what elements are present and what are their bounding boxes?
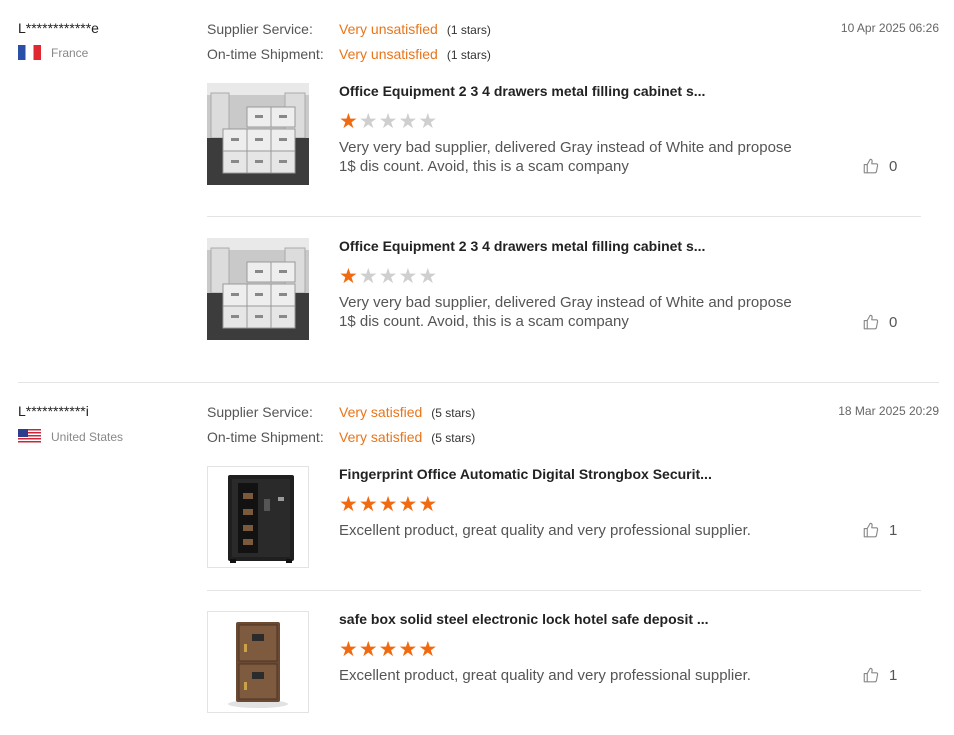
rating-value: Very unsatisfied bbox=[339, 21, 438, 37]
product-title-link[interactable]: Fingerprint Office Automatic Digital Str… bbox=[339, 466, 712, 482]
star-filled-icon: ★ bbox=[418, 493, 438, 516]
thumbs-up-icon bbox=[863, 522, 879, 538]
rating-value: Very satisfied bbox=[339, 404, 423, 420]
review-comment: Very very bad supplier, delivered Gray i… bbox=[339, 294, 792, 330]
star-empty-icon: ★ bbox=[398, 110, 418, 133]
star-empty-icon: ★ bbox=[378, 265, 398, 288]
country-name: France bbox=[51, 45, 89, 60]
thumbs-up-icon bbox=[863, 314, 879, 330]
product-image-filing-cabinet[interactable] bbox=[207, 83, 309, 185]
product-star-rating: ★ ★ ★ ★ ★ bbox=[339, 494, 438, 515]
rating-label: On-time Shipment: bbox=[207, 429, 324, 445]
france-flag-icon bbox=[18, 45, 41, 60]
star-filled-icon: ★ bbox=[398, 638, 418, 661]
rating-stars-count: (5 stars) bbox=[431, 431, 476, 445]
product-title-link[interactable]: Office Equipment 2 3 4 drawers metal fil… bbox=[339, 83, 705, 99]
like-button[interactable]: 1 bbox=[862, 521, 897, 539]
country-name: United States bbox=[51, 429, 124, 444]
like-count: 1 bbox=[889, 666, 898, 684]
star-empty-icon: ★ bbox=[418, 110, 438, 133]
star-filled-icon: ★ bbox=[398, 493, 418, 516]
rating-stars-count: (1 stars) bbox=[446, 23, 491, 37]
product-review: Fingerprint Office Automatic Digital Str… bbox=[207, 466, 921, 576]
star-empty-icon: ★ bbox=[398, 265, 418, 288]
product-title-link[interactable]: Office Equipment 2 3 4 drawers metal fil… bbox=[339, 238, 705, 254]
rating-stars-count: (5 stars) bbox=[431, 406, 476, 420]
rating-value: Very unsatisfied bbox=[339, 46, 438, 62]
rating-label: Supplier Service: bbox=[207, 404, 313, 420]
review-date: 18 Mar 2025 20:29 bbox=[838, 404, 939, 418]
reviewer-country: France bbox=[18, 45, 88, 60]
star-filled-icon: ★ bbox=[378, 493, 398, 516]
supplier-service-rating: Supplier Service: Very unsatisfied (1 st… bbox=[207, 21, 491, 37]
product-review: Office Equipment 2 3 4 drawers metal fil… bbox=[207, 83, 921, 193]
product-image-filing-cabinet[interactable] bbox=[207, 238, 309, 340]
star-filled-icon: ★ bbox=[358, 638, 378, 661]
product-divider bbox=[207, 590, 921, 591]
rating-label: Supplier Service: bbox=[207, 21, 313, 37]
star-empty-icon: ★ bbox=[358, 110, 378, 133]
rating-value: Very satisfied bbox=[339, 429, 423, 445]
like-count: 1 bbox=[889, 521, 898, 539]
product-title-link[interactable]: safe box solid steel electronic lock hot… bbox=[339, 611, 709, 627]
like-button[interactable]: 0 bbox=[862, 157, 897, 175]
product-image-brown-safe[interactable] bbox=[207, 611, 309, 713]
like-button[interactable]: 0 bbox=[862, 313, 897, 331]
like-count: 0 bbox=[889, 313, 898, 331]
review-date: 10 Apr 2025 06:26 bbox=[840, 21, 939, 35]
us-flag-icon bbox=[18, 429, 41, 444]
on-time-shipment-rating: On-time Shipment: Very unsatisfied (1 st… bbox=[207, 46, 491, 62]
rating-stars-count: (1 stars) bbox=[446, 48, 491, 62]
thumbs-up-icon bbox=[863, 667, 879, 683]
reviewer-name: L***********i bbox=[18, 403, 89, 419]
star-filled-icon: ★ bbox=[339, 110, 358, 133]
star-filled-icon: ★ bbox=[378, 638, 398, 661]
star-filled-icon: ★ bbox=[339, 638, 358, 661]
like-count: 0 bbox=[889, 157, 898, 175]
review-comment: Excellent product, great quality and ver… bbox=[339, 522, 751, 539]
review-divider bbox=[18, 382, 939, 383]
rating-label: On-time Shipment: bbox=[207, 46, 324, 62]
star-empty-icon: ★ bbox=[358, 265, 378, 288]
product-star-rating: ★ ★ ★ ★ ★ bbox=[339, 111, 438, 132]
product-divider bbox=[207, 216, 921, 217]
star-filled-icon: ★ bbox=[358, 493, 378, 516]
on-time-shipment-rating: On-time Shipment: Very satisfied (5 star… bbox=[207, 429, 475, 445]
review-comment: Very very bad supplier, delivered Gray i… bbox=[339, 139, 792, 175]
product-star-rating: ★ ★ ★ ★ ★ bbox=[339, 266, 438, 287]
like-button[interactable]: 1 bbox=[862, 666, 897, 684]
reviewer-country: United States bbox=[18, 429, 123, 444]
product-star-rating: ★ ★ ★ ★ ★ bbox=[339, 639, 438, 660]
star-filled-icon: ★ bbox=[339, 493, 358, 516]
star-filled-icon: ★ bbox=[339, 265, 358, 288]
review-comment: Excellent product, great quality and ver… bbox=[339, 667, 751, 684]
star-filled-icon: ★ bbox=[418, 638, 438, 661]
reviewer-name: L************e bbox=[18, 20, 99, 36]
supplier-service-rating: Supplier Service: Very satisfied (5 star… bbox=[207, 404, 475, 420]
thumbs-up-icon bbox=[863, 158, 879, 174]
product-review: Office Equipment 2 3 4 drawers metal fil… bbox=[207, 238, 921, 348]
product-image-black-safe[interactable] bbox=[207, 466, 309, 568]
product-review: safe box solid steel electronic lock hot… bbox=[207, 611, 921, 721]
star-empty-icon: ★ bbox=[378, 110, 398, 133]
star-empty-icon: ★ bbox=[418, 265, 438, 288]
